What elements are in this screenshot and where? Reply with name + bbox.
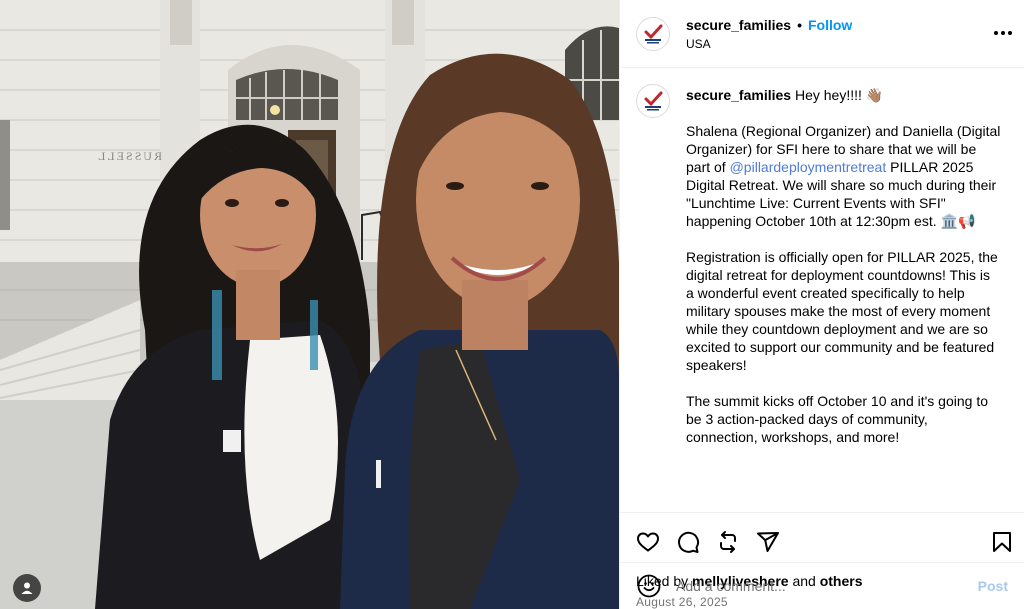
caption-first-line: secure_families Hey hey!!!! 👋🏽: [686, 86, 1001, 104]
caption-avatar[interactable]: [636, 84, 670, 118]
caption-text: secure_families Hey hey!!!! 👋🏽 Shalena (…: [686, 86, 1001, 464]
bookmark-icon: [993, 531, 1011, 552]
post-comment-button[interactable]: Post: [978, 578, 1008, 594]
tagged-users-button[interactable]: [13, 574, 41, 602]
user-icon: [21, 582, 33, 594]
mention-link[interactable]: @pillardeploymentretreat: [730, 159, 887, 175]
like-button[interactable]: [636, 530, 660, 554]
location-link[interactable]: USA: [686, 37, 852, 51]
post-header: secure_families • Follow USA: [620, 0, 1024, 68]
repost-icon: [720, 530, 736, 553]
caption-paragraph-2: Registration is officially open for PILL…: [686, 249, 998, 373]
secure-families-logo-icon: [639, 19, 667, 48]
building-sign: RUSSELL: [96, 149, 162, 163]
save-button[interactable]: [990, 530, 1014, 554]
share-icon: [757, 531, 779, 552]
separator-dot: •: [797, 16, 802, 33]
caption-row: secure_families Hey hey!!!! 👋🏽 Shalena (…: [636, 84, 1008, 464]
caption-paragraph-3: The summit kicks off October 10 and it's…: [686, 393, 988, 445]
header-text: secure_families • Follow USA: [686, 17, 852, 51]
emoji-button[interactable]: [636, 573, 662, 599]
caption-paragraph-1: Shalena (Regional Organizer) and Daniell…: [686, 122, 1001, 230]
photo-scene: RUSSELL: [0, 0, 619, 609]
heart-icon: [637, 532, 659, 551]
caption-area[interactable]: secure_families Hey hey!!!! 👋🏽 Shalena (…: [620, 68, 1024, 512]
secure-families-logo-icon: [639, 87, 667, 115]
avatar[interactable]: [636, 16, 670, 51]
share-button[interactable]: [756, 530, 780, 554]
repost-button[interactable]: [716, 530, 740, 554]
comment-bar: Post: [620, 562, 1024, 609]
more-horizontal-icon: [994, 31, 1012, 35]
header-username[interactable]: secure_families: [686, 17, 791, 33]
follow-button[interactable]: Follow: [808, 17, 852, 33]
more-options-button[interactable]: [990, 20, 1016, 46]
caption-greeting: Hey hey!!!! 👋🏽: [794, 87, 884, 103]
emoji-icon: [637, 574, 661, 598]
post-side-panel: secure_families • Follow USA secure_fami…: [619, 0, 1024, 609]
comment-input[interactable]: [676, 578, 978, 594]
post-photo[interactable]: RUSSELL: [0, 0, 619, 609]
comment-icon: [678, 531, 700, 553]
caption-username[interactable]: secure_families: [686, 87, 791, 103]
comment-button[interactable]: [676, 530, 700, 554]
post-modal: RUSSELL secure_families • Follow USA sec…: [0, 0, 1024, 609]
header-line: secure_families • Follow: [686, 17, 852, 33]
